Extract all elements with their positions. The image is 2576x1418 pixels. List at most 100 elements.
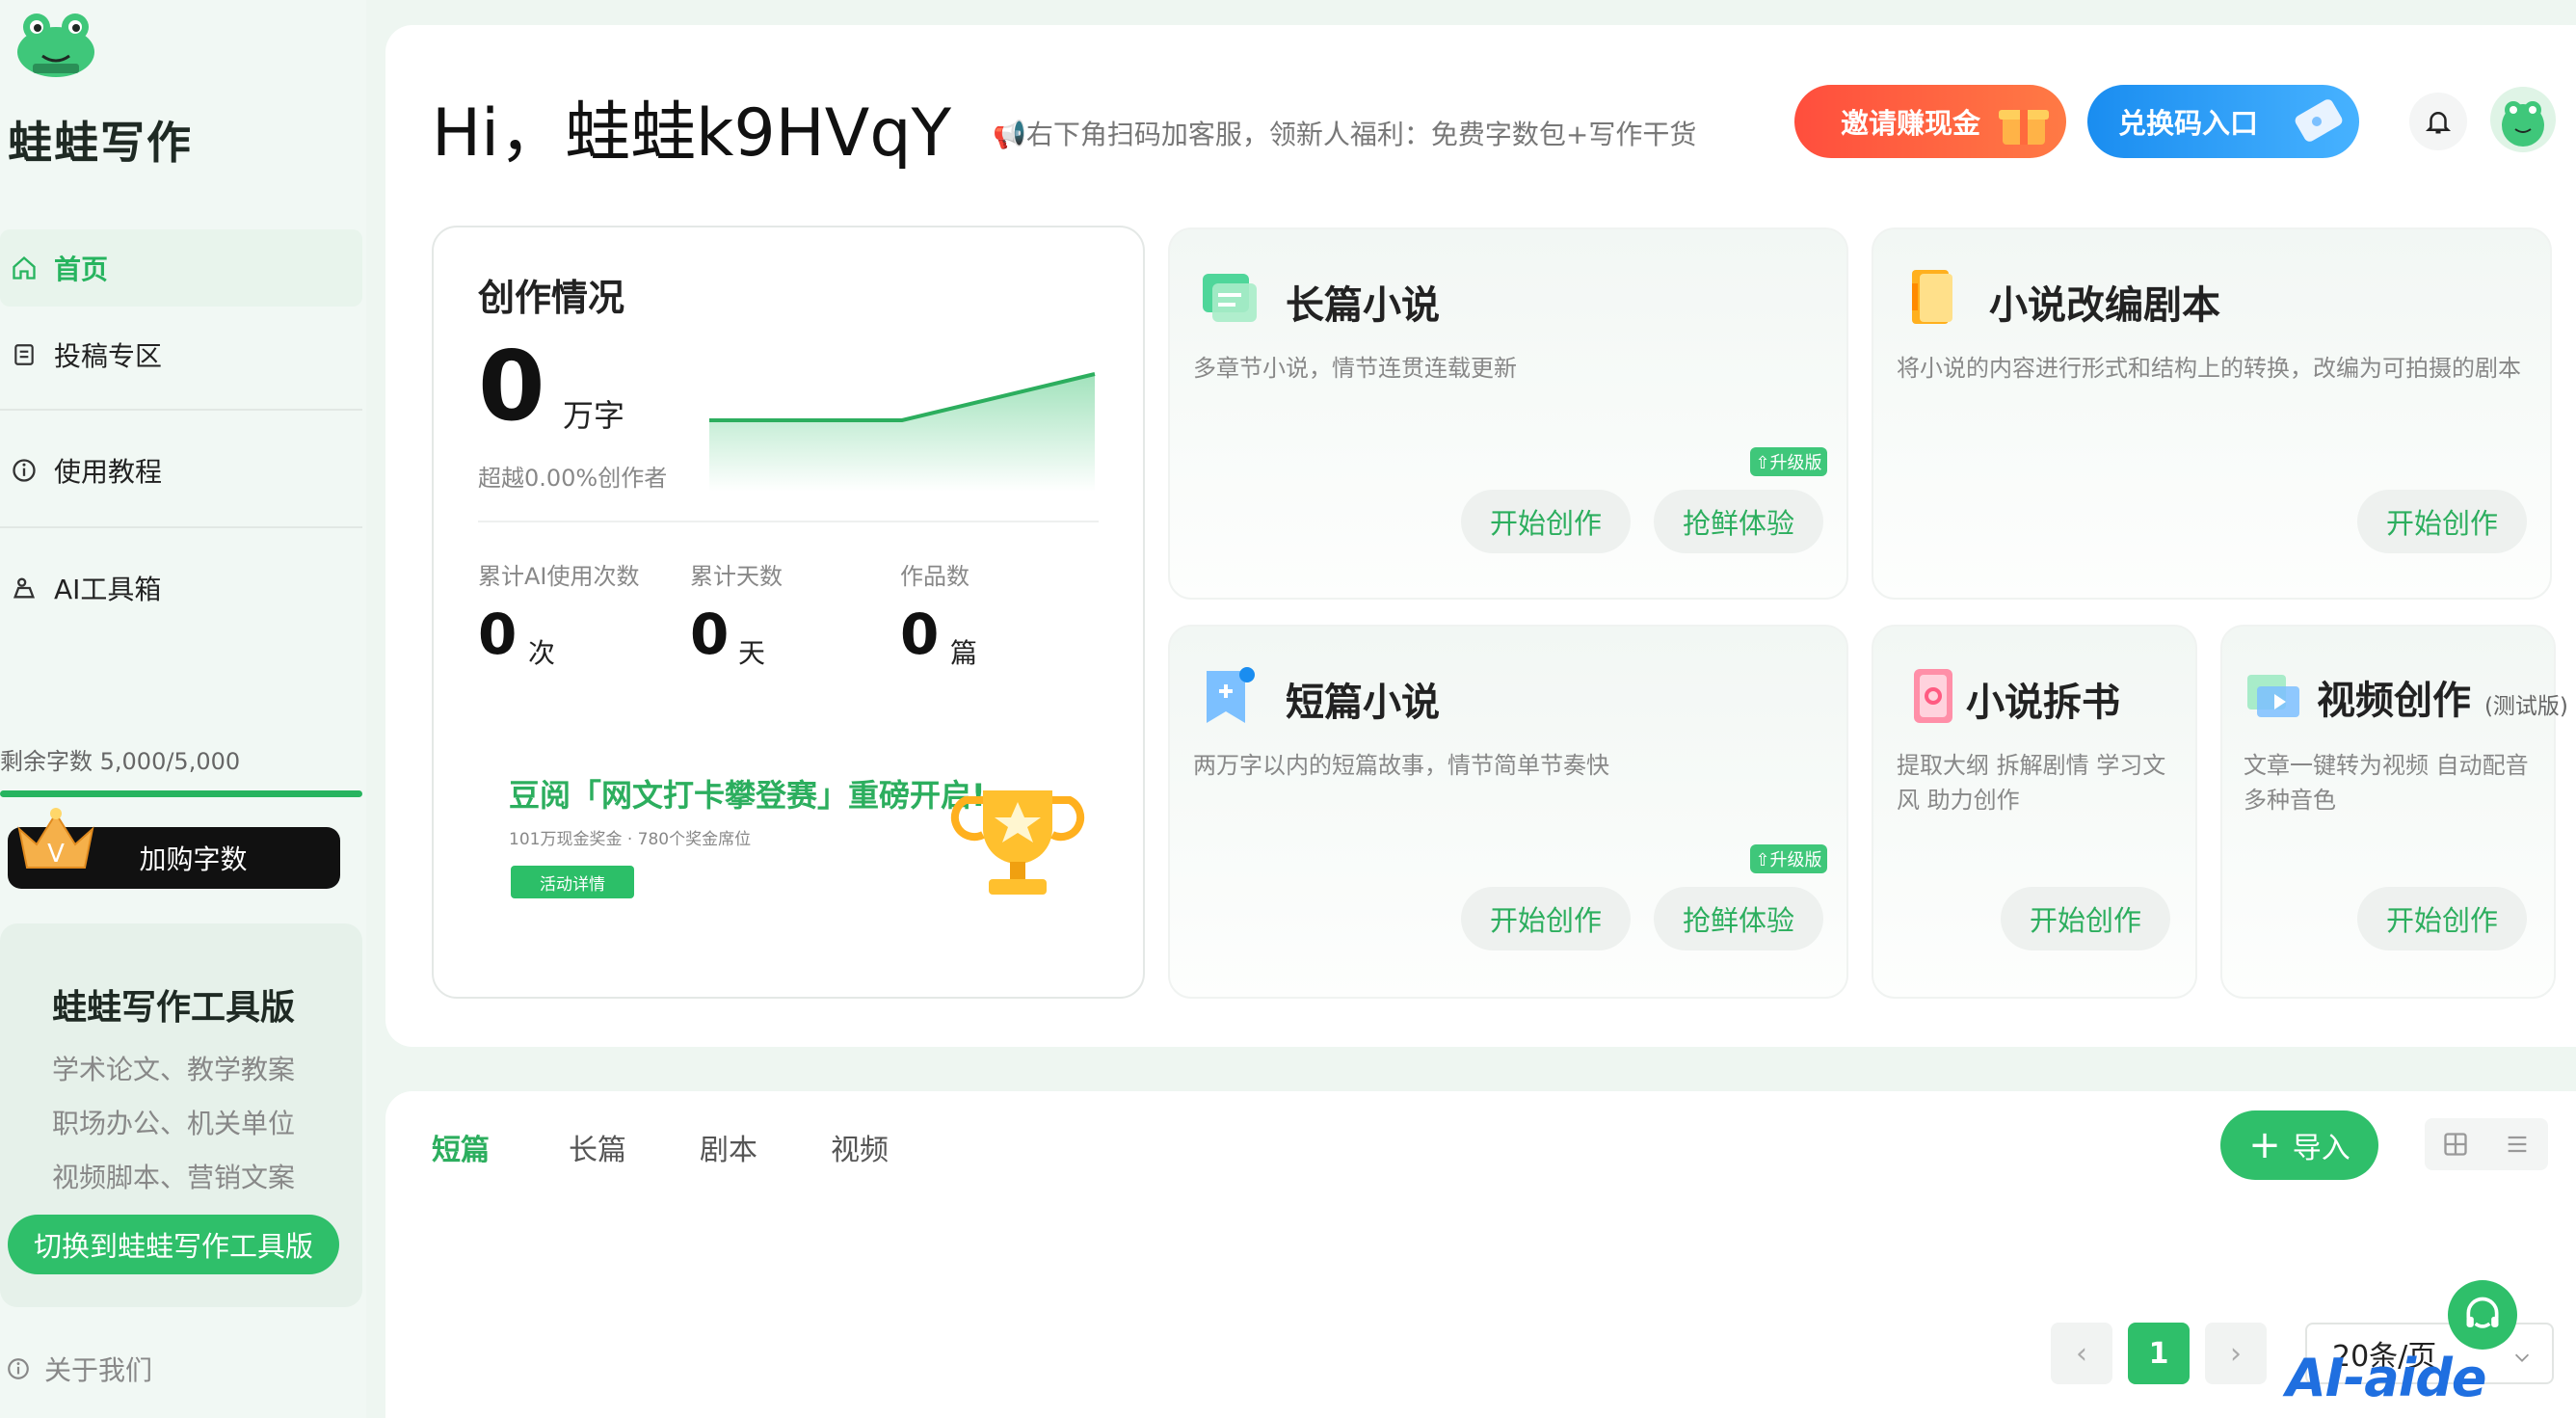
long-novel-icon (1203, 274, 1257, 322)
ai-usage-value: 0 (478, 602, 518, 667)
short-novel-start-button[interactable]: 开始创作 (1461, 887, 1631, 950)
customer-service-button[interactable] (2448, 1280, 2517, 1350)
video-creation-desc: 多种音色 (2244, 787, 2336, 814)
video-creation-desc: 文章一键转为视频 自动配音 (2244, 752, 2529, 779)
sidebar: 蛙蛙写作 首页 投稿专区 使用教程 AI工具箱 剩余字数 5,000/5,000… (0, 0, 366, 1418)
contest-banner-title[interactable]: 豆阅「网文打卡攀登赛」重磅开启! (509, 771, 986, 816)
brand-name: 蛙蛙写作 (8, 117, 193, 169)
document-icon (10, 340, 39, 369)
novel-breakdown-desc: 风 助力创作 (1897, 787, 2020, 814)
days-value: 0 (690, 602, 730, 667)
nav-item-tutorial[interactable]: 使用教程 (0, 432, 362, 509)
import-button[interactable]: + 导入 (2220, 1110, 2378, 1180)
frog-logo-icon (17, 13, 94, 77)
nav-item-home[interactable]: 首页 (0, 229, 362, 307)
activity-details-button[interactable]: 活动详情 (511, 866, 634, 898)
video-creation-title-text: 视频创作 (2317, 679, 2471, 723)
long-novel-desc: 多章节小说，情节连贯连载更新 (1193, 355, 1517, 382)
crown-icon: V (17, 808, 94, 869)
tab-script[interactable]: 剧本 (700, 1126, 757, 1168)
days-label: 累计天数 (690, 563, 783, 590)
buy-words-label: 加购字数 (139, 843, 248, 875)
stats-divider (478, 521, 1099, 522)
novel-breakdown-desc: 提取大纲 拆解剧情 学习文 (1897, 752, 2166, 779)
nav-label-tutorial: 使用教程 (54, 456, 163, 488)
nav-item-ai-toolbox[interactable]: AI工具箱 (0, 549, 362, 627)
short-novel-try-button[interactable]: 抢鲜体验 (1654, 887, 1823, 950)
tab-short[interactable]: 短篇 (432, 1126, 490, 1168)
days-unit: 天 (738, 637, 766, 669)
invite-earn-cash-button[interactable]: 邀请赚现金 (1794, 85, 2066, 158)
greeting-title: Hi，蛙蛙k9HVqY (432, 95, 952, 172)
switch-label: 切换到蛙蛙写作工具版 (33, 1230, 313, 1263)
notification-bell[interactable] (2409, 93, 2467, 150)
nav-label-submission: 投稿专区 (54, 340, 163, 372)
nav-divider (0, 409, 362, 411)
long-novel-title: 长篇小说 (1286, 283, 1440, 328)
works-label: 作品数 (900, 563, 969, 590)
gift-icon (1999, 110, 2049, 145)
notice-text: 📢右下角扫码加客服，领新人福利：免费字数包+写作干货 (993, 119, 1696, 150)
headset-icon (2466, 1297, 2499, 1328)
quota-progress-bar (0, 790, 362, 797)
short-novel-title: 短篇小说 (1286, 681, 1440, 725)
trophy-icon (950, 790, 1085, 895)
words-count: 0 (478, 330, 545, 442)
beta-tag: (测试版) (2483, 694, 2568, 719)
contest-banner-subtitle: 101万现金奖金 · 780个奖金席位 (509, 830, 752, 849)
prev-page-button[interactable]: ‹ (2051, 1323, 2112, 1384)
tab-long[interactable]: 长篇 (569, 1126, 626, 1168)
grid-view-icon[interactable] (2425, 1118, 2486, 1170)
novel-breakdown-start-button[interactable]: 开始创作 (2001, 887, 2170, 950)
import-label: 导入 (2292, 1132, 2350, 1165)
video-icon (2247, 675, 2299, 717)
tool-version-line: 职场办公、机关单位 (52, 1108, 296, 1139)
ai-usage-unit: 次 (528, 637, 556, 669)
script-book-icon (1912, 270, 1952, 324)
novel-to-script-start-button[interactable]: 开始创作 (2357, 490, 2527, 553)
nav-item-submission[interactable]: 投稿专区 (0, 316, 362, 393)
view-toggle (2425, 1118, 2548, 1170)
video-creation-title: 视频创作 (测试版) (2317, 669, 2568, 725)
breakdown-book-icon (1914, 669, 1952, 723)
long-novel-start-button[interactable]: 开始创作 (1461, 490, 1631, 553)
nav-divider (0, 526, 362, 528)
page-number-button[interactable]: 1 (2128, 1323, 2190, 1384)
short-novel-icon (1207, 667, 1255, 723)
watermark: AI-aide (2286, 1348, 2487, 1408)
ticket-icon (2295, 99, 2343, 142)
about-us-label: 关于我们 (44, 1354, 153, 1386)
about-us-link[interactable]: 关于我们 (6, 1350, 152, 1388)
trend-sparkline (709, 372, 1096, 492)
novel-breakdown-title: 小说拆书 (1966, 681, 2120, 725)
video-creation-start-button[interactable]: 开始创作 (2357, 887, 2527, 950)
upgrade-badge: ⇧升级版 (1750, 844, 1827, 873)
bell-icon (2425, 112, 2452, 134)
tab-video[interactable]: 视频 (831, 1126, 889, 1168)
upgrade-badge: ⇧升级版 (1750, 447, 1827, 476)
long-novel-try-button[interactable]: 抢鲜体验 (1654, 490, 1823, 553)
home-icon (10, 254, 39, 282)
avatar[interactable] (2490, 87, 2556, 152)
invite-label: 邀请赚现金 (1841, 107, 1981, 140)
nav-label-ai-toolbox: AI工具箱 (54, 574, 162, 605)
redeem-code-button[interactable]: 兑换码入口 (2087, 85, 2359, 158)
words-unit: 万字 (563, 397, 625, 434)
next-page-button[interactable]: › (2205, 1323, 2267, 1384)
stats-title: 创作情况 (478, 277, 625, 319)
switch-to-tool-version-button[interactable]: 切换到蛙蛙写作工具版 (8, 1215, 339, 1274)
works-unit: 篇 (950, 637, 978, 669)
rank-text: 超越0.00%创作者 (478, 465, 668, 492)
redeem-label: 兑换码入口 (2118, 107, 2259, 140)
plus-icon: + (2248, 1123, 2281, 1167)
ai-usage-label: 累计AI使用次数 (478, 563, 640, 590)
nav-label-home: 首页 (54, 254, 109, 285)
list-view-icon[interactable] (2486, 1118, 2548, 1170)
frog-avatar-icon (2502, 101, 2544, 147)
works-value: 0 (900, 602, 940, 667)
info-icon (10, 456, 39, 485)
info-icon (6, 1356, 31, 1381)
svg-text:V: V (47, 840, 65, 869)
novel-to-script-desc: 将小说的内容进行形式和结构上的转换，改编为可拍摄的剧本 (1897, 355, 2521, 382)
tool-version-line: 学术论文、教学教案 (52, 1054, 296, 1085)
